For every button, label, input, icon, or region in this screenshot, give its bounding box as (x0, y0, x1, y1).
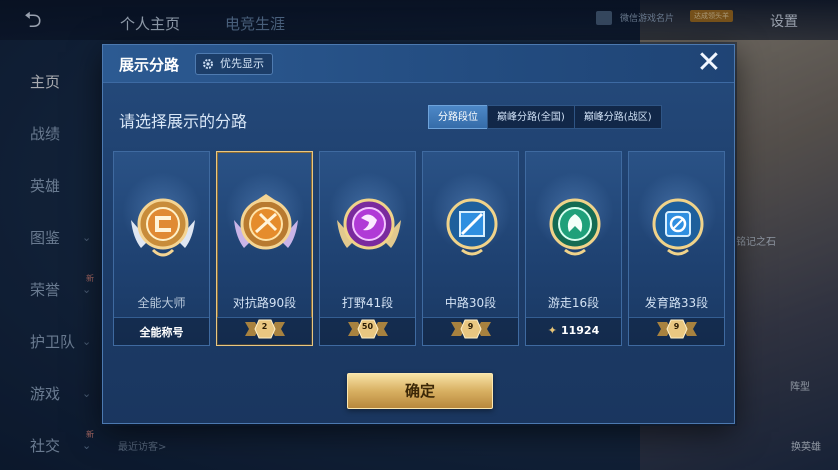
priority-display-label: 优先显示 (220, 57, 264, 70)
lane-card-jungle[interactable]: 打野41段 50 (319, 151, 416, 346)
tab-peak-lane-national[interactable]: 巅峰分路(全国) (487, 105, 575, 129)
title-value: 全能称号 (139, 326, 184, 339)
peak-score: ✦ 11924 (526, 324, 621, 337)
lane-card-mid[interactable]: 中路30段 9 (422, 151, 519, 346)
lane-card-all-round[interactable]: 全能大师 全能称号 (113, 151, 210, 346)
peak-score-icon: ✦ (547, 324, 557, 337)
lane-card-label: 中路30段 (444, 296, 497, 310)
dialog-header: 展示分路 优先显示 ✕ (103, 45, 734, 83)
dialog-title: 展示分路 (119, 56, 180, 74)
close-icon[interactable]: ✕ (694, 48, 724, 79)
lane-card-label: 发育路33段 (644, 296, 709, 310)
mid-lane-emblem-icon (446, 198, 498, 256)
lane-card-label: 打野41段 (341, 296, 394, 310)
lane-card-list: 全能大师 全能称号 对抗路90段 2 打野41段 50 中路30段 9 游走16… (113, 151, 725, 346)
lane-card-label: 全能大师 (137, 296, 186, 310)
roam-emblem-icon (549, 198, 601, 256)
lane-card-roam[interactable]: 游走16段 ✦ 11924 (525, 151, 622, 346)
peak-score-value: 11924 (560, 324, 600, 337)
lane-display-dialog: 展示分路 优先显示 ✕ 请选择展示的分路 分路段位 巅峰分路(全国) 巅峰分路(… (102, 44, 735, 424)
lane-card-farm-lane[interactable]: 发育路33段 9 (628, 151, 725, 346)
rank-star-count: 9 (673, 322, 680, 331)
confirm-button[interactable]: 确定 (347, 373, 493, 409)
clash-lane-emblem-icon (234, 194, 298, 250)
tab-lane-rank[interactable]: 分路段位 (428, 105, 488, 129)
lane-card-label: 对抗路90段 (232, 296, 297, 310)
gear-icon (203, 59, 213, 69)
tab-peak-lane-region[interactable]: 巅峰分路(战区) (573, 105, 662, 129)
priority-display-button[interactable]: 优先显示 (195, 53, 273, 75)
lane-card-clash-lane[interactable]: 对抗路90段 2 (216, 151, 313, 346)
lane-type-tabs: 分路段位 巅峰分路(全国) 巅峰分路(战区) (428, 105, 662, 129)
rank-star-count: 50 (361, 322, 374, 331)
rank-star-count: 2 (261, 322, 268, 331)
rank-star-count: 9 (467, 322, 474, 331)
all-round-emblem-icon (131, 198, 195, 257)
farm-lane-emblem-icon (652, 198, 704, 256)
jungle-emblem-icon (337, 198, 401, 250)
lane-card-label: 游走16段 (547, 296, 600, 310)
dialog-subtitle: 请选择展示的分路 (119, 112, 248, 131)
